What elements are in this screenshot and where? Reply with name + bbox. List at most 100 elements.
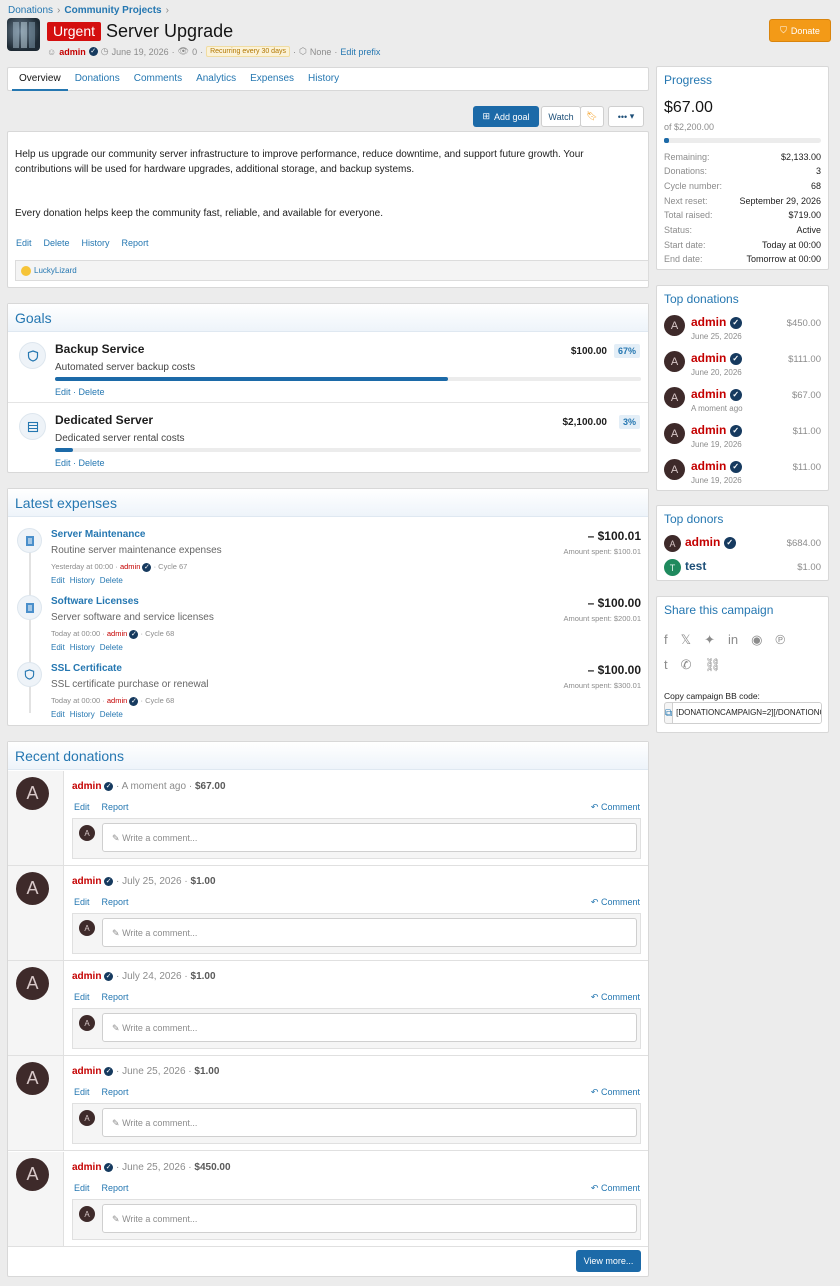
donor-name[interactable]: admin bbox=[72, 971, 101, 982]
bookmark-button[interactable]: 🔖︎ bbox=[580, 106, 604, 127]
avatar[interactable]: A bbox=[664, 387, 685, 408]
expense-name[interactable]: SSL Certificate bbox=[51, 663, 122, 674]
bb-code-field[interactable]: ⧉ [DONATIONCAMPAIGN=2][/DONATIONCAMPAIGN… bbox=[664, 702, 822, 724]
breadcrumb-community-projects[interactable]: Community Projects bbox=[64, 5, 161, 16]
edit-link[interactable]: Edit bbox=[51, 710, 65, 719]
goal-actions[interactable]: Edit · Delete bbox=[55, 387, 105, 397]
tab-analytics[interactable]: Analytics bbox=[189, 68, 243, 91]
report-link[interactable]: Report bbox=[122, 238, 149, 248]
edit-link[interactable]: Edit bbox=[74, 802, 90, 812]
linkedin-icon[interactable]: in bbox=[728, 632, 738, 648]
link-icon[interactable]: ⛓ bbox=[705, 657, 722, 673]
avatar[interactable]: A bbox=[16, 1158, 49, 1191]
delete-link[interactable]: Delete bbox=[100, 643, 123, 652]
comment-input[interactable]: ✎ Write a comment... bbox=[102, 1108, 637, 1137]
facebook-icon[interactable]: f bbox=[664, 632, 668, 648]
eye-icon: 👁 bbox=[177, 46, 190, 56]
avatar[interactable]: A bbox=[664, 459, 685, 480]
avatar[interactable]: A bbox=[16, 872, 49, 905]
x-twitter-icon[interactable]: 𝕏 bbox=[681, 632, 691, 648]
edit-link[interactable]: Edit bbox=[16, 238, 32, 248]
history-link[interactable]: History bbox=[70, 576, 95, 585]
comment-input[interactable]: ✎ Write a comment... bbox=[102, 918, 637, 947]
comment-button[interactable]: ↶ Comment bbox=[591, 1087, 640, 1098]
breadcrumb-donations[interactable]: Donations bbox=[8, 5, 53, 16]
tab-history[interactable]: History bbox=[301, 68, 346, 91]
more-options-button[interactable]: ••• ▾ bbox=[608, 106, 644, 127]
avatar[interactable]: A bbox=[664, 351, 685, 372]
report-link[interactable]: Report bbox=[102, 897, 129, 907]
campaign-title: Server Upgrade bbox=[106, 21, 234, 41]
edit-link[interactable]: Edit bbox=[51, 643, 65, 652]
delete-link[interactable]: Delete bbox=[100, 576, 123, 585]
donor-name[interactable]: admin ✓ bbox=[691, 387, 742, 401]
donor-name[interactable]: admin bbox=[72, 1162, 101, 1173]
watch-button[interactable]: Watch bbox=[541, 106, 581, 127]
history-link[interactable]: History bbox=[70, 643, 95, 652]
bb-code-value[interactable]: [DONATIONCAMPAIGN=2][/DONATIONCAMPAIGN] bbox=[673, 703, 821, 723]
reaction-bar[interactable]: LuckyLizard bbox=[15, 260, 649, 281]
donor-name[interactable]: admin bbox=[72, 781, 101, 792]
tab-comments[interactable]: Comments bbox=[127, 68, 189, 91]
report-link[interactable]: Report bbox=[102, 1183, 129, 1193]
comment-button[interactable]: ↶ Comment bbox=[591, 897, 640, 908]
reddit-icon[interactable]: ◉ bbox=[751, 632, 762, 648]
bluesky-icon[interactable]: ✦ bbox=[704, 632, 715, 648]
view-more-button[interactable]: View more... bbox=[576, 1250, 641, 1272]
donor-name[interactable]: admin bbox=[72, 1066, 101, 1077]
history-link[interactable]: History bbox=[82, 238, 110, 248]
expense-user[interactable]: admin bbox=[107, 696, 127, 705]
avatar[interactable]: A bbox=[16, 777, 49, 810]
expense-user[interactable]: admin bbox=[120, 562, 140, 571]
edit-link[interactable]: Edit bbox=[74, 1183, 90, 1193]
avatar[interactable]: A bbox=[664, 535, 681, 552]
comment-input[interactable]: ✎ Write a comment... bbox=[102, 1204, 637, 1233]
copy-icon[interactable]: ⧉ bbox=[665, 703, 674, 723]
avatar[interactable]: T bbox=[664, 559, 681, 576]
donor-name[interactable]: admin ✓ bbox=[691, 351, 742, 365]
comment-button[interactable]: ↶ Comment bbox=[591, 802, 640, 813]
report-link[interactable]: Report bbox=[102, 802, 129, 812]
edit-link[interactable]: Edit bbox=[74, 1087, 90, 1097]
donor-name[interactable]: test bbox=[685, 559, 706, 573]
edit-link[interactable]: Edit bbox=[74, 897, 90, 907]
donor-name[interactable]: admin ✓ bbox=[691, 315, 742, 329]
avatar[interactable]: A bbox=[664, 423, 685, 444]
expense-name[interactable]: Software Licenses bbox=[51, 596, 139, 607]
report-link[interactable]: Report bbox=[102, 1087, 129, 1097]
pinterest-icon[interactable]: ℗ bbox=[775, 632, 785, 648]
delete-link[interactable]: Delete bbox=[100, 710, 123, 719]
donate-button[interactable]: ⛉ Donate bbox=[769, 19, 831, 42]
donor-name[interactable]: admin ✓ bbox=[685, 535, 736, 549]
edit-prefix-link[interactable]: Edit prefix bbox=[340, 47, 380, 57]
history-link[interactable]: History bbox=[70, 710, 95, 719]
donor-name[interactable]: admin bbox=[72, 876, 101, 887]
donor-name[interactable]: admin ✓ bbox=[691, 423, 742, 437]
avatar[interactable]: A bbox=[16, 967, 49, 1000]
tab-overview[interactable]: Overview bbox=[12, 68, 68, 91]
tab-donations[interactable]: Donations bbox=[68, 68, 127, 91]
goal-actions[interactable]: Edit · Delete bbox=[55, 458, 105, 468]
author-link[interactable]: admin bbox=[59, 47, 86, 57]
avatar[interactable]: A bbox=[16, 1062, 49, 1095]
report-link[interactable]: Report bbox=[102, 992, 129, 1002]
comment-input[interactable]: ✎ Write a comment... bbox=[102, 823, 637, 852]
donor-name[interactable]: admin ✓ bbox=[691, 459, 742, 473]
reaction-user[interactable]: LuckyLizard bbox=[34, 266, 77, 275]
expense-name[interactable]: Server Maintenance bbox=[51, 529, 146, 540]
delete-link[interactable]: Delete bbox=[44, 238, 70, 248]
goal-amount: $100.00 bbox=[570, 346, 607, 357]
campaign-image[interactable] bbox=[7, 18, 40, 51]
edit-link[interactable]: Edit bbox=[51, 576, 65, 585]
comment-input[interactable]: ✎ Write a comment... bbox=[102, 1013, 637, 1042]
add-goal-button[interactable]: ⊞ Add goal bbox=[473, 106, 539, 127]
donate-label: Donate bbox=[790, 25, 820, 36]
tumblr-icon[interactable]: t bbox=[664, 657, 668, 673]
comment-button[interactable]: ↶ Comment bbox=[591, 992, 640, 1003]
edit-link[interactable]: Edit bbox=[74, 992, 90, 1002]
avatar[interactable]: A bbox=[664, 315, 685, 336]
tab-expenses[interactable]: Expenses bbox=[243, 68, 301, 91]
whatsapp-icon[interactable]: ✆ bbox=[681, 657, 692, 673]
comment-button[interactable]: ↶ Comment bbox=[591, 1183, 640, 1194]
expense-user[interactable]: admin bbox=[107, 629, 127, 638]
